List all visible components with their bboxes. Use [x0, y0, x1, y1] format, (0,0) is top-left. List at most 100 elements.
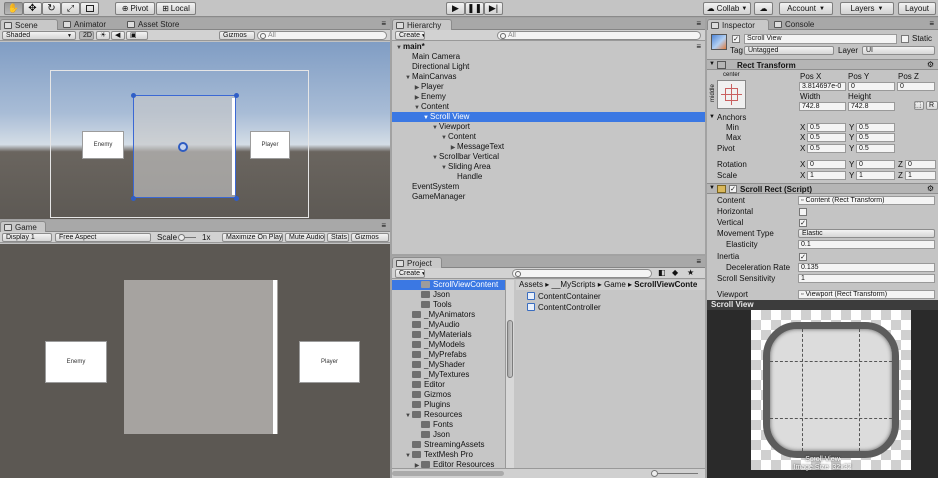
project-folder-item[interactable]: ▶ Editor Resources [392, 460, 505, 468]
play-button[interactable]: ▶ [446, 2, 465, 15]
game-player-card[interactable]: Player [299, 341, 360, 383]
game-enemy-card[interactable]: Enemy [45, 341, 107, 383]
pos-z-input[interactable]: 0 [897, 82, 935, 91]
hierarchy-item[interactable]: ▼main* [392, 42, 705, 52]
hierarchy-item[interactable]: ▼Content [392, 132, 705, 142]
anchor-min-y-input[interactable]: 0.5 [856, 123, 895, 132]
viewport-object-field[interactable]: ▫ Viewport (Rect Transform) [798, 290, 935, 299]
preview-header[interactable]: Scroll View [707, 300, 938, 310]
panel-menu-icon[interactable]: ≡ [696, 257, 701, 266]
game-scrollbar-vertical[interactable] [273, 280, 277, 434]
project-tree-scrollbar[interactable] [505, 280, 514, 468]
pos-y-input[interactable]: 0 [848, 82, 895, 91]
tab-console[interactable]: Console [771, 19, 823, 30]
anchor-max-y-input[interactable]: 0.5 [856, 133, 895, 142]
project-folder-item[interactable]: Json [392, 290, 505, 300]
scale-y-input[interactable]: 1 [856, 171, 895, 180]
lighting-toggle[interactable]: ☀ [96, 31, 110, 40]
stats-toggle[interactable]: Stats [327, 233, 349, 242]
collab-dropdown[interactable]: ☁ Collab ▼ [703, 2, 751, 15]
pivot-handle[interactable] [178, 142, 188, 152]
project-folder-item[interactable]: _MyMaterials [392, 330, 505, 340]
local-toggle[interactable]: ⊞ Local [156, 2, 196, 15]
breadcrumb-assets[interactable]: Assets [519, 280, 543, 289]
rect-handle-tl[interactable] [131, 93, 136, 98]
tag-dropdown[interactable]: Untagged [744, 46, 834, 55]
project-folder-item[interactable]: Fonts [392, 420, 505, 430]
layers-dropdown[interactable]: Layers ▼ [840, 2, 894, 15]
pivot-x-input[interactable]: 0.5 [807, 144, 846, 153]
hierarchy-item[interactable]: ▼Scrollbar Vertical [392, 152, 705, 162]
filter-label-icon[interactable]: ◆ [672, 268, 678, 277]
hierarchy-item[interactable]: ▶ MessageText [392, 142, 705, 152]
aspect-dropdown[interactable]: Free Aspect [55, 233, 151, 242]
project-folder-item[interactable]: _MyModels [392, 340, 505, 350]
mute-audio-toggle[interactable]: Mute Audio [285, 233, 325, 242]
pos-x-input[interactable]: 3.814697e-0 [799, 82, 846, 91]
project-folder-item[interactable]: ▼ Resources [392, 410, 505, 420]
project-folder-item[interactable]: StreamingAssets [392, 440, 505, 450]
project-folder-item[interactable]: _MyShader [392, 360, 505, 370]
height-input[interactable]: 742.8 [848, 102, 895, 111]
hand-tool-button[interactable]: ✋ [4, 2, 23, 15]
hierarchy-item[interactable]: ▼Content [392, 102, 705, 112]
hierarchy-search-input[interactable]: All [497, 31, 701, 40]
maximize-on-play-toggle[interactable]: Maximize On Play [222, 233, 283, 242]
rect-transform-header[interactable]: ▼ Rect Transform ⚙ [707, 59, 938, 70]
hierarchy-create-dropdown[interactable]: Create▼ [395, 31, 425, 40]
scale-tool-button[interactable]: ⤢ [61, 2, 80, 15]
layout-dropdown[interactable]: Layout [898, 2, 936, 15]
icon-size-slider-thumb[interactable] [651, 470, 658, 477]
tab-scene[interactable]: Scene [0, 19, 58, 30]
tab-project[interactable]: Project [392, 257, 442, 268]
panel-menu-icon[interactable]: ≡ [381, 19, 386, 28]
scale-z-input[interactable]: 1 [905, 171, 936, 180]
file-item[interactable]: ContentContainer [527, 291, 601, 302]
project-folder-item[interactable]: ScrollViewContent [392, 280, 505, 290]
game-gizmos-dropdown[interactable]: Gizmos [351, 233, 389, 242]
scrollbar-vertical[interactable] [232, 98, 235, 195]
tab-inspector[interactable]: Inspector [707, 19, 769, 30]
anchor-max-x-input[interactable]: 0.5 [807, 133, 846, 142]
hierarchy-item[interactable]: EventSystem [392, 182, 705, 192]
2d-toggle[interactable]: 2D [79, 31, 94, 40]
project-folder-item[interactable]: _MyTextures [392, 370, 505, 380]
rotation-y-input[interactable]: 0 [856, 160, 895, 169]
object-name-input[interactable]: Scroll View [744, 34, 897, 44]
scene-viewport[interactable]: Enemy Player [0, 42, 390, 219]
tab-hierarchy[interactable]: Hierarchy [392, 19, 452, 30]
rect-handle-tr[interactable] [234, 93, 239, 98]
horizontal-checkbox[interactable] [799, 208, 807, 216]
project-tree-hscrollbar[interactable] [392, 471, 504, 476]
player-card[interactable]: Player [250, 131, 290, 159]
gear-icon[interactable]: ⚙ [927, 184, 934, 193]
static-checkbox[interactable] [901, 35, 909, 43]
project-folder-item[interactable]: ▼ TextMesh Pro [392, 450, 505, 460]
scene-menu-icon[interactable]: ≡ [696, 42, 701, 51]
pivot-y-input[interactable]: 0.5 [856, 144, 895, 153]
tab-asset-store[interactable]: Asset Store [124, 19, 194, 30]
width-input[interactable]: 742.8 [799, 102, 846, 111]
scroll-rect-header[interactable]: ▼ ✓ Scroll Rect (Script) ⚙ [707, 183, 938, 194]
scene-gizmos-dropdown[interactable]: Gizmos [219, 31, 255, 40]
breadcrumb-current[interactable]: ScrollViewConte [634, 280, 697, 289]
rect-handle-br[interactable] [234, 196, 239, 201]
hierarchy-item[interactable]: Handle [392, 172, 705, 182]
display-dropdown[interactable]: Display 1 [2, 233, 52, 242]
anchor-presets-button[interactable] [717, 80, 746, 109]
icon-size-slider-track[interactable] [654, 473, 698, 474]
breadcrumb-myscripts[interactable]: __MyScripts [552, 280, 596, 289]
rotation-z-input[interactable]: 0 [905, 160, 936, 169]
project-create-dropdown[interactable]: Create▼ [395, 269, 425, 278]
project-folder-item[interactable]: _MyAnimators [392, 310, 505, 320]
active-checkbox[interactable]: ✓ [732, 35, 740, 43]
hierarchy-item[interactable]: ▶ Enemy [392, 92, 705, 102]
blueprint-mode-button[interactable]: ⬚ [914, 101, 924, 110]
breadcrumb-game[interactable]: Game [604, 280, 626, 289]
shading-mode-dropdown[interactable]: Shaded ▼ [2, 31, 76, 40]
game-viewport[interactable]: Enemy Player [0, 244, 390, 478]
elasticity-input[interactable]: 0.1 [798, 240, 935, 249]
movement-type-dropdown[interactable]: Elastic [798, 229, 935, 238]
panel-menu-icon[interactable]: ≡ [381, 221, 386, 230]
raw-edit-button[interactable]: R [926, 101, 938, 110]
